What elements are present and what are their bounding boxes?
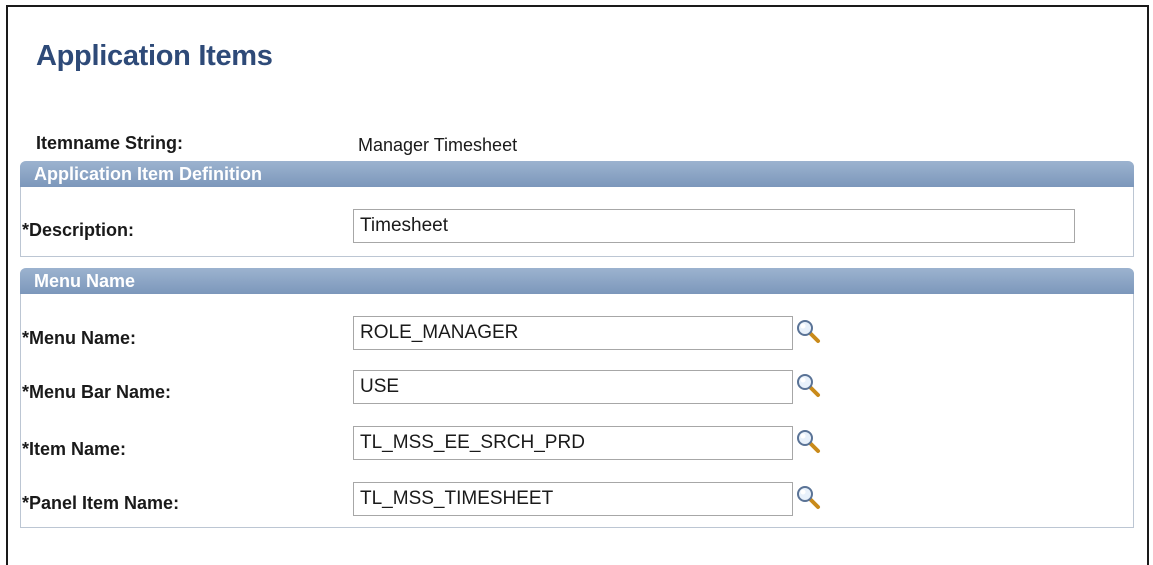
magnifier-icon[interactable] xyxy=(795,372,821,398)
menu-group-header: Menu Name xyxy=(20,268,1134,294)
itemname-label: Itemname String: xyxy=(36,133,184,153)
item-name-label: *Item Name: xyxy=(22,439,127,459)
panel-item-name-label: *Panel Item Name: xyxy=(22,493,180,513)
menu-name-label: *Menu Name: xyxy=(22,328,137,348)
description-label: *Description: xyxy=(22,220,135,240)
item-name-field[interactable] xyxy=(353,426,793,460)
magnifier-icon[interactable] xyxy=(795,428,821,454)
panel-item-name-field[interactable] xyxy=(353,482,793,516)
itemname-value: Manager Timesheet xyxy=(358,135,518,155)
magnifier-icon[interactable] xyxy=(795,484,821,510)
menu-name-field[interactable] xyxy=(353,316,793,350)
description-field[interactable] xyxy=(353,209,1075,243)
definition-group-header: Application Item Definition xyxy=(20,161,1134,187)
page-title: Application Items xyxy=(36,40,273,72)
magnifier-icon[interactable] xyxy=(795,318,821,344)
menu-bar-name-label: *Menu Bar Name: xyxy=(22,382,172,402)
menu-bar-name-field[interactable] xyxy=(353,370,793,404)
